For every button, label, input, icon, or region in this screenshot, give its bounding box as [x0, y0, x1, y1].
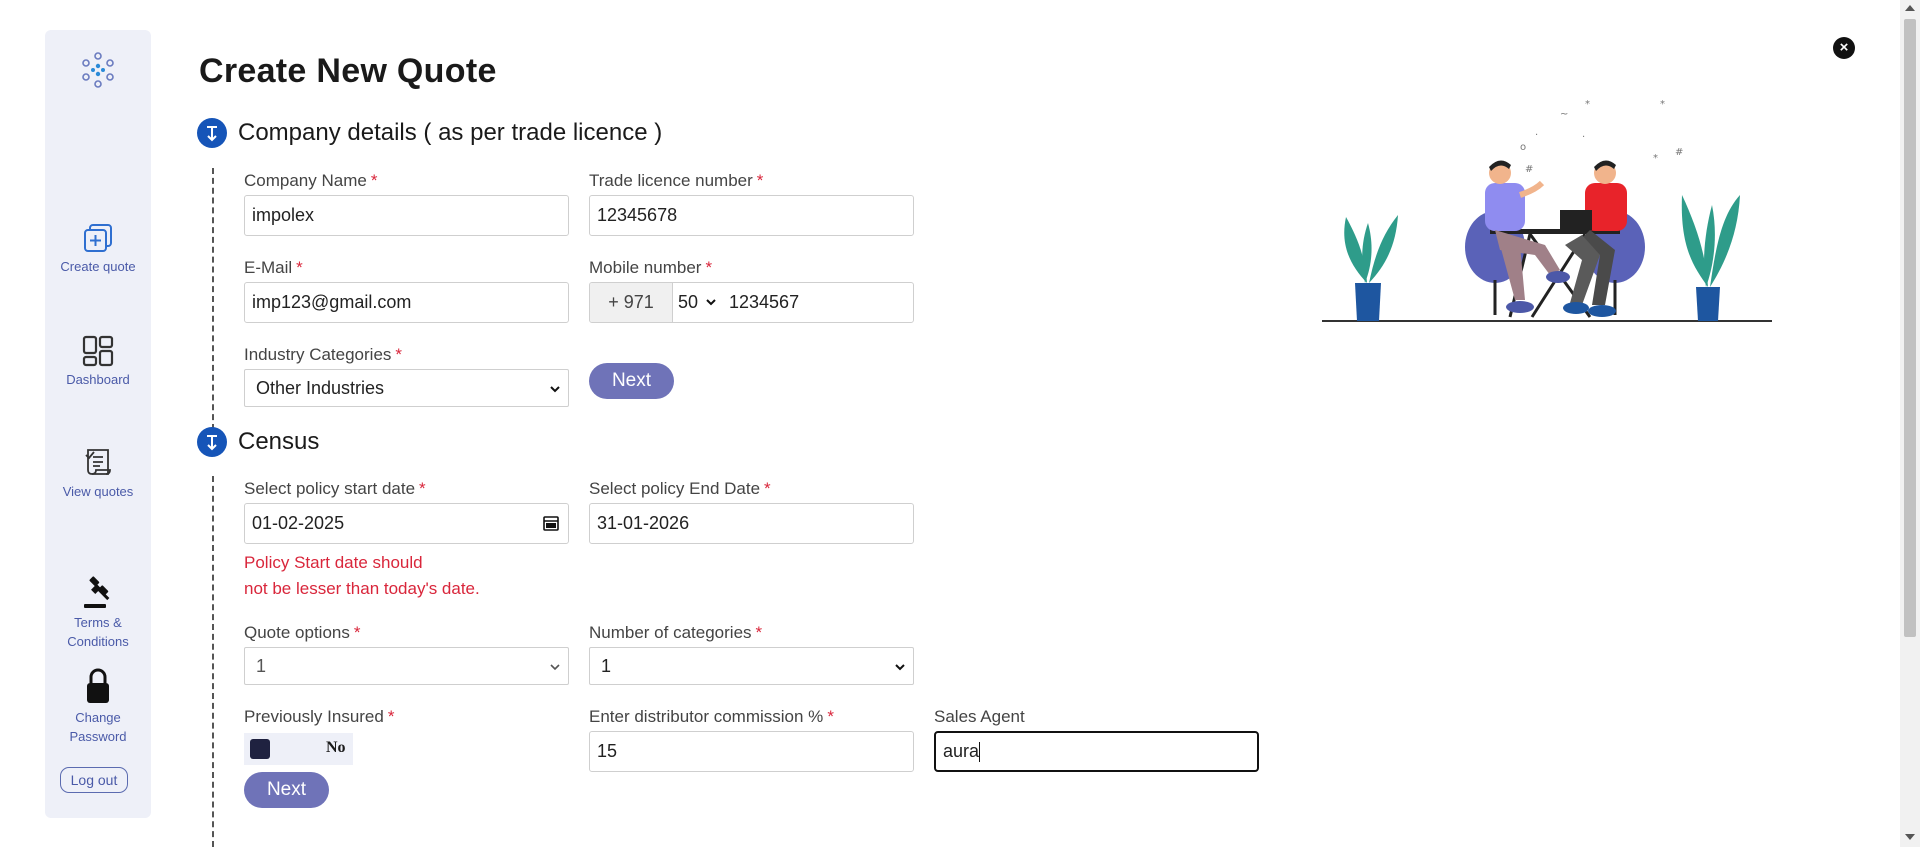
toggle-knob — [250, 739, 270, 759]
sidebar: Create quote Dashboard View quotes Terms… — [45, 30, 151, 818]
commission-label: Enter distributor commission % * — [589, 707, 834, 726]
page-title: Create New Quote — [199, 52, 497, 90]
quote-options-label: Quote options * — [244, 623, 361, 642]
trade-licence-label: Trade licence number * — [589, 171, 764, 190]
sales-agent-input[interactable]: aura — [934, 731, 1259, 772]
num-categories-label: Number of categories * — [589, 623, 763, 642]
start-date-error: Policy Start date should not be lesser t… — [244, 553, 480, 598]
sidebar-item-label: Change Password — [69, 710, 127, 744]
mobile-number-input[interactable]: 1234567 — [729, 283, 799, 322]
text-cursor — [979, 742, 981, 763]
census-section-title: Census — [238, 428, 320, 455]
sidebar-item-view-quotes[interactable]: View quotes — [45, 447, 151, 501]
quote-options-selected-value: 1 — [256, 656, 267, 676]
section-connector — [212, 168, 214, 430]
company-name-label: Company Name * — [244, 171, 378, 190]
sidebar-item-terms[interactable]: Terms & Conditions — [45, 576, 151, 651]
end-date-label: Select policy End Date * — [589, 479, 771, 498]
country-code: + 971 — [590, 283, 673, 322]
sidebar-item-change-password[interactable]: Change Password — [45, 667, 151, 746]
svg-text:*: * — [1653, 153, 1658, 164]
census-next-button[interactable]: Next — [244, 772, 329, 808]
document-check-icon — [85, 449, 111, 475]
section-collapse-icon[interactable] — [197, 118, 227, 148]
app-logo-icon — [82, 52, 114, 88]
num-categories-select[interactable]: 1 — [589, 647, 914, 685]
chevron-down-icon — [550, 386, 560, 393]
svg-text:*: * — [1585, 99, 1590, 110]
section-collapse-icon[interactable] — [197, 427, 227, 457]
scroll-thumb[interactable] — [1904, 19, 1916, 637]
svg-text:*: * — [1660, 99, 1665, 110]
start-date-label: Select policy start date * — [244, 479, 426, 498]
chevron-down-icon — [895, 664, 905, 671]
vertical-scrollbar[interactable] — [1900, 0, 1920, 847]
sales-agent-label: Sales Agent — [934, 707, 1025, 726]
chevron-down-icon — [550, 664, 560, 671]
svg-text:#: # — [1675, 147, 1683, 158]
toggle-label: No — [326, 739, 346, 756]
mobile-prefix-select[interactable]: 50 — [678, 283, 717, 322]
previously-insured-toggle[interactable]: No — [244, 733, 353, 765]
close-icon[interactable]: × — [1833, 37, 1855, 59]
industry-select[interactable]: Other Industries — [244, 369, 569, 407]
email-label: E-Mail * — [244, 258, 303, 277]
commission-input[interactable]: 15 — [589, 731, 914, 772]
mobile-label: Mobile number * — [589, 258, 713, 277]
company-name-input[interactable]: impolex — [244, 195, 569, 236]
section-connector — [212, 476, 214, 847]
sidebar-item-label: View quotes — [62, 484, 134, 499]
lock-icon — [87, 668, 109, 703]
industry-selected-value: Other Industries — [256, 378, 385, 398]
sidebar-item-label: Terms & Conditions — [67, 615, 129, 649]
logout-button[interactable]: Log out — [60, 767, 128, 793]
previously-insured-label: Previously Insured * — [244, 707, 395, 726]
company-section-title: Company details ( as per trade licence ) — [238, 119, 663, 146]
chevron-down-icon — [706, 299, 716, 306]
meeting-illustration-icon: * * ~ . . o # # * — [1322, 99, 1772, 322]
svg-text:.: . — [1582, 129, 1585, 140]
svg-text:~: ~ — [1560, 109, 1568, 120]
dashboard-icon — [82, 335, 114, 367]
sidebar-item-label: Create quote — [60, 259, 136, 274]
company-next-button[interactable]: Next — [589, 363, 674, 399]
mobile-field: + 971 50 1234567 — [589, 282, 914, 323]
add-document-icon — [84, 224, 112, 252]
svg-text:#: # — [1525, 164, 1533, 175]
gavel-icon — [84, 576, 110, 608]
start-date-input[interactable]: 01-02-2025 — [244, 503, 569, 544]
sidebar-item-create-quote[interactable]: Create quote — [45, 222, 151, 276]
trade-licence-input[interactable]: 12345678 — [589, 195, 914, 236]
calendar-icon[interactable] — [542, 514, 560, 532]
end-date-input[interactable]: 31-01-2026 — [589, 503, 914, 544]
email-input[interactable]: imp123@gmail.com — [244, 282, 569, 323]
sidebar-item-dashboard[interactable]: Dashboard — [45, 335, 151, 389]
svg-text:o: o — [1520, 142, 1526, 153]
scroll-up-icon[interactable] — [1905, 5, 1915, 11]
scroll-down-icon[interactable] — [1905, 834, 1915, 840]
num-categories-selected-value: 1 — [601, 656, 612, 676]
svg-text:.: . — [1535, 127, 1538, 138]
quote-options-select[interactable]: 1 — [244, 647, 569, 685]
sidebar-item-label: Dashboard — [66, 372, 130, 387]
industry-label: Industry Categories * — [244, 345, 403, 364]
